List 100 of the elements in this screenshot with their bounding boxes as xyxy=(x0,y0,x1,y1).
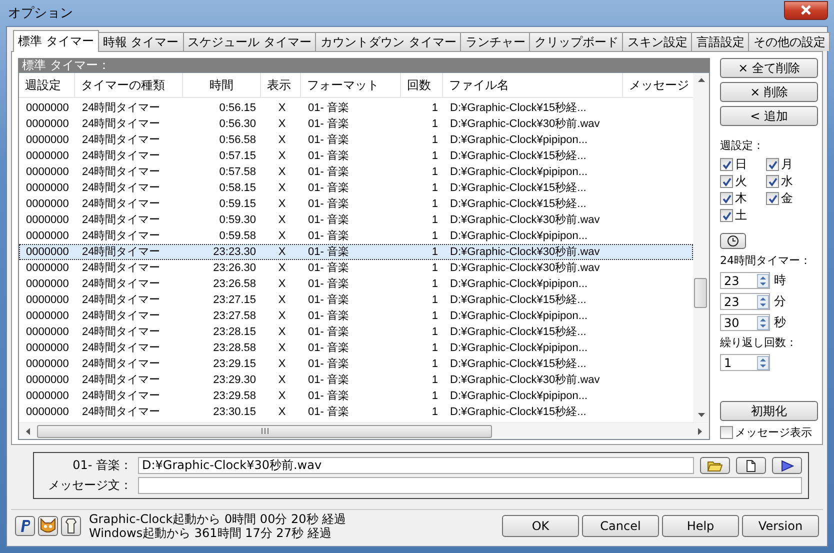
tab[interactable]: 標準 タイマー xyxy=(13,30,99,52)
day-checkbox[interactable]: 月 xyxy=(766,157,793,172)
column-header[interactable]: 週設定 xyxy=(19,73,75,97)
table-cell-text: 0:56.58 xyxy=(218,133,257,147)
message-field[interactable] xyxy=(138,477,802,494)
column-header[interactable]: 表示 xyxy=(261,73,301,97)
table-row[interactable]: 0000000 24時間タイマー 0:57.15 X 01- 音楽 1 D:¥Graphic-Clock¥15秒経... xyxy=(19,148,693,164)
spin-field[interactable]: 23 xyxy=(720,272,770,289)
open-folder-button[interactable] xyxy=(700,457,730,474)
table-cell-text: 0000000 xyxy=(25,117,70,131)
table-row[interactable]: 0000000 24時間タイマー 23:29.15 X 01- 音楽 1 D:¥Graphic-Clock¥15秒経... xyxy=(19,356,693,372)
table-row[interactable]: 0000000 24時間タイマー 23:28.15 X 01- 音楽 1 D:¥Graphic-Clock¥15秒経... xyxy=(19,324,693,340)
spin-arrows-icon[interactable] xyxy=(757,274,769,288)
day-checkbox[interactable]: 水 xyxy=(766,174,793,189)
spin-field[interactable]: 23 xyxy=(720,293,770,310)
tab[interactable]: クリップボード xyxy=(529,32,624,51)
table-cell-text: X xyxy=(277,293,287,307)
table-row[interactable]: 0000000 24時間タイマー 23:26.58 X 01- 音楽 1 D:¥Graphic-Clock¥pipipon... xyxy=(19,276,693,292)
message-checkbox[interactable]: メッセージ表示 xyxy=(720,425,812,440)
clock-button[interactable] xyxy=(720,233,746,249)
tab[interactable]: 言語設定 xyxy=(691,32,750,51)
table-row[interactable]: 0000000 24時間タイマー 0:56.58 X 01- 音楽 1 D:¥Graphic-Clock¥pipipon... xyxy=(19,132,693,148)
table-cell-text: 0:58.15 xyxy=(218,181,257,195)
table-row[interactable]: 0000000 24時間タイマー 23:27.58 X 01- 音楽 1 D:¥Graphic-Clock¥pipipon... xyxy=(19,308,693,324)
scroll-down-icon[interactable] xyxy=(696,412,706,418)
column-header[interactable]: 時間 xyxy=(183,73,261,97)
table-cell-text: 0000000 xyxy=(25,197,70,211)
reset-button[interactable]: 初期化 xyxy=(720,401,818,421)
table-cell-text: 1 xyxy=(430,101,439,115)
table-cell-text: 01- 音楽 xyxy=(307,165,350,179)
p-logo-button[interactable] xyxy=(15,516,35,536)
spin-arrows-icon[interactable] xyxy=(757,356,769,370)
cat-button[interactable] xyxy=(38,516,58,536)
table-cell-text: X xyxy=(277,181,287,195)
day-checkbox[interactable]: 日 xyxy=(720,157,747,172)
spin-field[interactable]: 30 xyxy=(720,314,770,331)
table-cell-text: D:¥Graphic-Clock¥30秒前.wav xyxy=(449,117,601,131)
spin-arrows-icon[interactable] xyxy=(757,316,769,330)
dialog-button[interactable]: Help xyxy=(662,515,739,537)
action-button[interactable]: × 削除 xyxy=(720,82,818,102)
table-cell-text: 1 xyxy=(430,341,439,355)
action-button[interactable]: × 全て削除 xyxy=(720,58,818,78)
column-header[interactable]: ファイル名 xyxy=(443,73,623,97)
new-file-button[interactable] xyxy=(736,457,766,474)
scroll-up-icon[interactable] xyxy=(696,77,706,83)
window-title: オプション xyxy=(7,5,73,22)
table-cell-text: X xyxy=(277,373,287,387)
table-row[interactable]: 0000000 24時間タイマー 23:29.30 X 01- 音楽 1 D:¥Graphic-Clock¥30秒前.wav xyxy=(19,372,693,388)
dialog-button[interactable]: OK xyxy=(502,515,579,537)
table-row[interactable]: 0000000 24時間タイマー 23:26.30 X 01- 音楽 1 D:¥Graphic-Clock¥30秒前.wav xyxy=(19,260,693,276)
vertical-scrollbar[interactable] xyxy=(693,73,709,422)
scroll-left-icon[interactable] xyxy=(25,426,31,436)
tab[interactable]: スキン設定 xyxy=(622,32,692,51)
column-header[interactable]: フォーマット xyxy=(301,73,401,97)
close-button[interactable] xyxy=(784,0,828,20)
shirt-button[interactable] xyxy=(61,516,81,536)
file-field[interactable]: D:¥Graphic-Clock¥30秒前.wav xyxy=(138,457,694,474)
tab[interactable]: ランチャー xyxy=(460,32,530,51)
table-cell-text: 0000000 xyxy=(25,309,70,323)
table-row[interactable]: 0000000 24時間タイマー 0:59.30 X 01- 音楽 1 D:¥Graphic-Clock¥30秒前.wav xyxy=(19,212,693,228)
day-checkbox[interactable]: 金 xyxy=(766,191,793,206)
table-row[interactable]: 0000000 24時間タイマー 0:56.30 X 01- 音楽 1 D:¥Graphic-Clock¥30秒前.wav xyxy=(19,116,693,132)
table-cell-text: 24時間タイマー xyxy=(81,165,162,179)
column-header[interactable]: タイマーの種類 xyxy=(75,73,183,97)
table-row[interactable]: 0000000 24時間タイマー 23:29.58 X 01- 音楽 1 D:¥Graphic-Clock¥pipipon... xyxy=(19,388,693,404)
dialog-button[interactable]: Cancel xyxy=(582,515,659,537)
tab[interactable]: スケジュール タイマー xyxy=(182,32,316,51)
table-row[interactable]: 0000000 24時間タイマー 23:28.58 X 01- 音楽 1 D:¥Graphic-Clock¥pipipon... xyxy=(19,340,693,356)
tab[interactable]: その他の設定 xyxy=(748,32,830,51)
table-row[interactable]: 0000000 24時間タイマー 0:56.15 X 01- 音楽 1 D:¥Graphic-Clock¥15秒経... xyxy=(19,100,693,116)
spin-arrows-icon[interactable] xyxy=(757,294,769,308)
table-row[interactable]: 0000000 24時間タイマー 0:58.15 X 01- 音楽 1 D:¥Graphic-Clock¥15秒経... xyxy=(19,180,693,196)
table-cell-text: 1 xyxy=(430,229,439,243)
column-header[interactable]: 回数 xyxy=(401,73,443,97)
tab[interactable]: 時報 タイマー xyxy=(98,32,184,51)
table-cell-text: D:¥Graphic-Clock¥pipipon... xyxy=(449,133,589,147)
day-checkbox[interactable]: 土 xyxy=(720,208,747,223)
scroll-right-icon[interactable] xyxy=(697,426,703,436)
table-cell-text: 01- 音楽 xyxy=(307,181,350,195)
table-cell-text: 01- 音楽 xyxy=(307,293,350,307)
spin-field[interactable]: 1 xyxy=(720,354,770,371)
action-button[interactable]: < 追加 xyxy=(720,106,818,126)
table-row[interactable]: 0000000 24時間タイマー 0:59.58 X 01- 音楽 1 D:¥Graphic-Clock¥pipipon... xyxy=(19,228,693,244)
tab[interactable]: カウントダウン タイマー xyxy=(315,32,462,51)
table-row[interactable]: 0000000 24時間タイマー 23:30.15 X 01- 音楽 1 D:¥Graphic-Clock¥15秒経... xyxy=(19,404,693,420)
day-checkbox[interactable]: 火 xyxy=(720,174,747,189)
table-row[interactable]: 0000000 24時間タイマー 23:27.15 X 01- 音楽 1 D:¥Graphic-Clock¥15秒経... xyxy=(19,292,693,308)
table-cell-text: 24時間タイマー xyxy=(81,261,162,275)
uptime-text: Graphic-Clock起動から 0時間 00分 20秒 経過 xyxy=(89,512,346,526)
play-button[interactable] xyxy=(772,457,802,474)
table-row[interactable]: 0000000 24時間タイマー 0:59.15 X 01- 音楽 1 D:¥Graphic-Clock¥15秒経... xyxy=(19,196,693,212)
day-checkbox[interactable]: 木 xyxy=(720,191,747,206)
table-cell-text: 0:56.15 xyxy=(218,101,257,115)
table-cell-text: 01- 音楽 xyxy=(307,197,350,211)
table-row[interactable]: 0000000 24時間タイマー 0:57.58 X 01- 音楽 1 D:¥Graphic-Clock¥pipipon... xyxy=(19,164,693,180)
dialog-button[interactable]: Version xyxy=(742,515,819,537)
table-row[interactable]: 0000000 24時間タイマー 23:23.30 X 01- 音楽 1 D:¥Graphic-Clock¥30秒前.wav xyxy=(19,244,693,260)
horizontal-scrollbar[interactable] xyxy=(19,422,709,439)
scroll-thumb[interactable] xyxy=(37,424,492,438)
scroll-thumb[interactable] xyxy=(694,278,707,308)
